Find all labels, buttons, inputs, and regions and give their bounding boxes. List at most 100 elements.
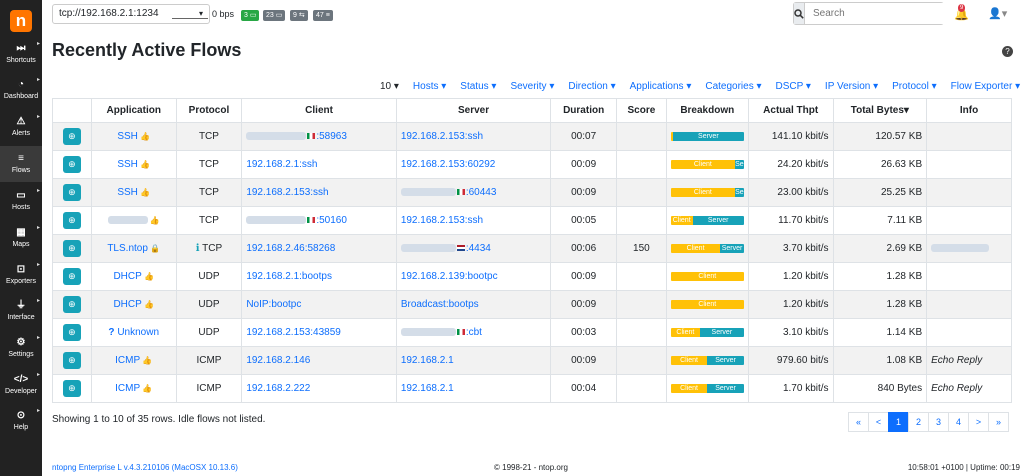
page-button[interactable]: <	[868, 412, 889, 432]
column-header[interactable]: Protocol	[175, 98, 243, 123]
server-link[interactable]: 192.168.2.153:ssh	[401, 131, 483, 142]
page-button[interactable]: »	[988, 412, 1009, 432]
column-header[interactable]: Server	[395, 98, 552, 123]
application-link[interactable]: ICMP	[115, 383, 140, 394]
filter-dropdown[interactable]: Status ▾	[460, 81, 496, 92]
client-link[interactable]: NoIP:bootpc	[246, 299, 301, 310]
zoom-in-icon[interactable]: ⊕	[62, 352, 81, 369]
client-link[interactable]: :58963	[316, 131, 347, 142]
server-link[interactable]: 192.168.2.1	[401, 355, 454, 366]
client-cell: 192.168.2.146	[241, 346, 397, 375]
application-link[interactable]: SSH	[117, 159, 138, 170]
filter-dropdown[interactable]: Hosts ▾	[413, 81, 446, 92]
search-button[interactable]	[794, 3, 805, 24]
sidebar-item-alerts[interactable]: ⚠ Alerts ▸	[0, 109, 42, 145]
client-link[interactable]: 192.168.2.1:bootps	[246, 271, 332, 282]
uptime-status: 10:58:01 +0100 | Uptime: 00:19	[907, 463, 1020, 472]
client-link[interactable]: 192.168.2.1:ssh	[246, 159, 317, 170]
client-cell: NoIP:bootpc	[241, 290, 397, 319]
filter-dropdown[interactable]: Categories ▾	[705, 81, 761, 92]
zoom-in-icon[interactable]: ⊕	[62, 128, 81, 145]
application-link[interactable]: SSH	[117, 187, 138, 198]
sidebar-item-shortcuts[interactable]: ⏭ Shortcuts ▸	[0, 36, 42, 72]
client-share: Client	[670, 216, 693, 225]
column-header[interactable]: Application	[90, 98, 177, 123]
filter-dropdown[interactable]: Direction ▾	[568, 81, 615, 92]
zoom-in-icon[interactable]: ⊕	[62, 240, 81, 257]
filter-dropdown[interactable]: IP Version ▾	[825, 81, 878, 92]
sidebar-item-label: Settings	[8, 351, 34, 358]
user-menu-icon[interactable]: 👤▾	[988, 7, 1007, 20]
info-cell	[926, 150, 1012, 179]
column-header[interactable]: Actual Thpt	[747, 98, 834, 123]
column-header[interactable]: Client	[241, 98, 397, 123]
sidebar-item-dashboard[interactable]: ◔ Dashboard ▸	[0, 72, 42, 108]
sidebar-item-developer[interactable]: </> Developer ▸	[0, 367, 42, 403]
sidebar-item-interface[interactable]: ⏚ Interface ▸	[0, 293, 42, 329]
column-header[interactable]: Breakdown	[665, 98, 749, 123]
column-header[interactable]: Info	[926, 98, 1012, 123]
column-header[interactable]: Total Bytes▾	[832, 98, 928, 123]
filter-dropdown[interactable]: Flow Exporter ▾	[951, 81, 1020, 92]
version-link[interactable]: ntopng Enterprise L v.4.3.210106 (MacOSX…	[52, 463, 238, 472]
client-link[interactable]: :50160	[316, 215, 347, 226]
interface-select[interactable]: tcp://192.168.2.1:1234 ▾	[52, 4, 210, 24]
zoom-in-icon[interactable]: ⊕	[62, 184, 81, 201]
zoom-in-icon[interactable]: ⊕	[62, 380, 81, 397]
sidebar-item-hosts[interactable]: ▭ Hosts ▸	[0, 183, 42, 219]
lifebuoy-icon: ⊙	[16, 410, 26, 421]
client-link[interactable]: 192.168.2.222	[246, 383, 310, 394]
question-icon: ?	[108, 327, 118, 338]
sidebar-item-help[interactable]: ⊙ Help ▸	[0, 403, 42, 439]
client-link[interactable]: 192.168.2.46:58268	[246, 243, 335, 254]
page-button[interactable]: 2	[908, 412, 929, 432]
server-link[interactable]: :60443	[466, 187, 497, 198]
sidebar-item-exporters[interactable]: ⊡ Exporters ▸	[0, 257, 42, 293]
server-link[interactable]: 192.168.2.1	[401, 383, 454, 394]
client-link[interactable]: 192.168.2.153:ssh	[246, 187, 328, 198]
search-input[interactable]	[805, 3, 945, 24]
filter-dropdown[interactable]: 10 ▾	[380, 81, 399, 92]
application-link[interactable]: Unknown	[117, 327, 159, 338]
page-button[interactable]: >	[968, 412, 989, 432]
page-button[interactable]: «	[848, 412, 869, 432]
application-link[interactable]: TLS.ntop	[107, 243, 148, 254]
score-cell	[616, 262, 667, 291]
sidebar-item-settings[interactable]: ⚙ Settings ▸	[0, 330, 42, 366]
sidebar-item-flows[interactable]: ≡ Flows	[0, 146, 42, 182]
zoom-in-icon[interactable]: ⊕	[62, 296, 81, 313]
server-link[interactable]: 192.168.2.153:60292	[401, 159, 496, 170]
client-link[interactable]: 192.168.2.153:43859	[246, 327, 341, 338]
client-link[interactable]: 192.168.2.146	[246, 355, 310, 366]
sidebar-item-maps[interactable]: ▦ Maps ▸	[0, 220, 42, 256]
server-link[interactable]: Broadcast:bootps	[401, 299, 479, 310]
breakdown-cell: Client	[665, 290, 749, 319]
application-link[interactable]: ICMP	[115, 355, 140, 366]
zoom-in-icon[interactable]: ⊕	[62, 268, 81, 285]
filter-dropdown[interactable]: Severity ▾	[510, 81, 554, 92]
page-button[interactable]: 4	[948, 412, 969, 432]
column-header[interactable]: Duration	[550, 98, 617, 123]
page-button[interactable]: 3	[928, 412, 949, 432]
server-link[interactable]: :4434	[466, 243, 491, 254]
filter-dropdown[interactable]: DSCP ▾	[776, 81, 811, 92]
sidebar-item-label: Developer	[5, 388, 37, 395]
help-icon[interactable]: ?	[1002, 46, 1013, 57]
filter-dropdown[interactable]: Applications ▾	[630, 81, 692, 92]
server-link[interactable]: 192.168.2.153:ssh	[401, 215, 483, 226]
status-badge[interactable]: 23 ▭	[263, 10, 286, 21]
application-link[interactable]: SSH	[117, 131, 138, 142]
application-link[interactable]: DHCP	[113, 299, 141, 310]
application-link[interactable]: DHCP	[113, 271, 141, 282]
page-button[interactable]: 1	[888, 412, 909, 432]
status-badge[interactable]: 3 ▭	[241, 10, 260, 21]
zoom-in-icon[interactable]: ⊕	[62, 212, 81, 229]
server-link[interactable]: 192.168.2.139:bootpc	[401, 271, 498, 282]
status-badge[interactable]: 9 ⇆	[290, 10, 308, 21]
status-badge[interactable]: 47 ≡	[313, 10, 333, 21]
column-header[interactable]: Score	[616, 98, 667, 123]
server-link[interactable]: :cbt	[466, 327, 482, 338]
zoom-in-icon[interactable]: ⊕	[62, 324, 81, 341]
zoom-in-icon[interactable]: ⊕	[62, 156, 81, 173]
filter-dropdown[interactable]: Protocol ▾	[892, 81, 936, 92]
